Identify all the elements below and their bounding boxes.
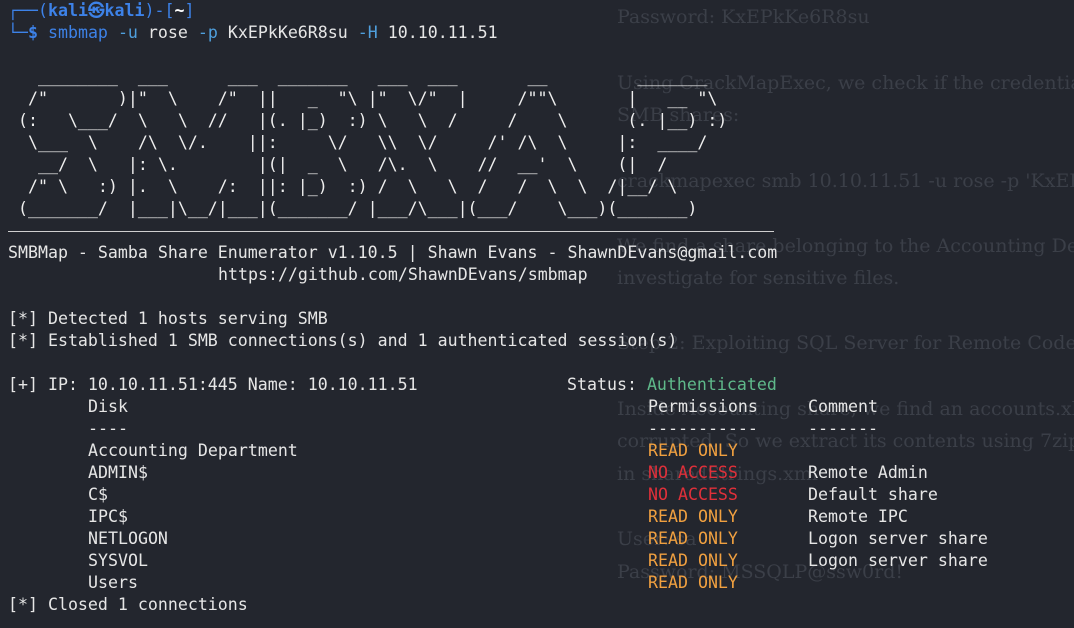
banner-info: SMBMap - Samba Share Enumerator v1.10.5 … [8, 243, 778, 262]
command-password: KxEPkKe6R8su [227, 23, 348, 42]
terminal-output: ┌──(kali㉿kali)-[~] └─$ smbmap -u rose -p… [0, 0, 1074, 628]
row-disk: NETLOGON [88, 529, 168, 548]
ip-line: [+] IP: 10.10.11.51:445 Name: 10.10.11.5… [8, 375, 418, 394]
row-disk: ADMIN$ [88, 463, 148, 482]
prompt-corner-top: ┌──( [8, 1, 48, 20]
banner-ascii-line: ________ ___ ___ _______ ___ ___ __ ____… [8, 67, 708, 86]
prompt-host: kali [104, 1, 145, 20]
row-disk: IPC$ [88, 507, 128, 526]
banner-ascii-line: \___ \ /\ \/. ||: \/ \\ \/ /' /\ \ |: __… [8, 133, 708, 152]
row-permission: READ ONLY [648, 551, 738, 570]
row-permission: READ ONLY [648, 529, 738, 548]
status-label: Status: [567, 375, 647, 394]
command-program: smbmap [47, 23, 108, 42]
row-comment: Remote Admin [808, 463, 928, 482]
row-comment: Remote IPC [808, 507, 908, 526]
row-disk: C$ [88, 485, 108, 504]
row-disk: Users [88, 573, 138, 592]
message-established: [*] Established 1 SMB connections(s) and… [8, 331, 678, 350]
prompt-separator: )-[ [144, 1, 175, 20]
status-value: Authenticated [646, 375, 777, 394]
row-disk: SYSVOL [88, 551, 148, 570]
banner-ascii-line: /" \ :) |. \ /: ||: |_) :) / \ \ / / \ \… [8, 177, 678, 196]
row-permission: READ ONLY [648, 573, 738, 592]
message-closed: [*] Closed 1 connections [8, 595, 248, 614]
banner-divider [8, 231, 774, 233]
prompt-cwd: ~ [174, 1, 185, 20]
underline-permissions: ----------- [648, 419, 758, 438]
row-permission: NO ACCESS [648, 463, 738, 482]
row-permission: NO ACCESS [648, 485, 738, 504]
message-detected: [*] Detected 1 hosts serving SMB [8, 309, 328, 328]
underline-disk: ---- [88, 419, 128, 438]
header-comment: Comment [808, 397, 878, 416]
row-comment: Logon server share [808, 551, 988, 570]
row-permission: READ ONLY [648, 507, 738, 526]
row-comment: Logon server share [808, 529, 988, 548]
underline-comment: ------- [808, 419, 878, 438]
prompt-user: kali [47, 1, 88, 20]
banner-ascii-line: (_______/ |___|\__/|___|(_______/ |___/\… [8, 199, 698, 218]
row-comment: Default share [808, 485, 938, 504]
banner-ascii-line: (: \___/ \ \ // |(. |_) :) \ \ / / \ (. … [8, 111, 728, 130]
row-permission: READ ONLY [648, 441, 738, 460]
prompt-at-symbol: ㉿ [87, 1, 105, 20]
prompt-line: ┌──(kali㉿kali)-[~] [8, 0, 194, 22]
prompt-bracket-close: ] [184, 1, 195, 20]
banner-ascii-line: __/ \ |: \. |(| _ \ /\. \ // __' \ (| / [8, 155, 668, 174]
command-user: rose [147, 23, 188, 42]
command-user-flag: -u [117, 23, 138, 42]
status-line: Status: Authenticated [567, 374, 777, 396]
banner-ascii-line: /" )|" \ /" || _ "\ |" \/" | /""\ | __ "… [8, 89, 718, 108]
prompt-dollar: $ [27, 23, 38, 42]
header-permissions: Permissions [648, 397, 758, 416]
prompt-corner-bottom: └─ [8, 23, 28, 42]
command-host: 10.10.11.51 [387, 23, 498, 42]
command-line: └─$ smbmap -u rose -p KxEPkKe6R8su -H 10… [8, 22, 498, 44]
command-host-flag: -H [357, 23, 378, 42]
row-disk: Accounting Department [88, 441, 298, 460]
banner-url: https://github.com/ShawnDEvans/smbmap [218, 265, 588, 284]
header-disk: Disk [88, 397, 128, 416]
command-pass-flag: -p [197, 23, 218, 42]
